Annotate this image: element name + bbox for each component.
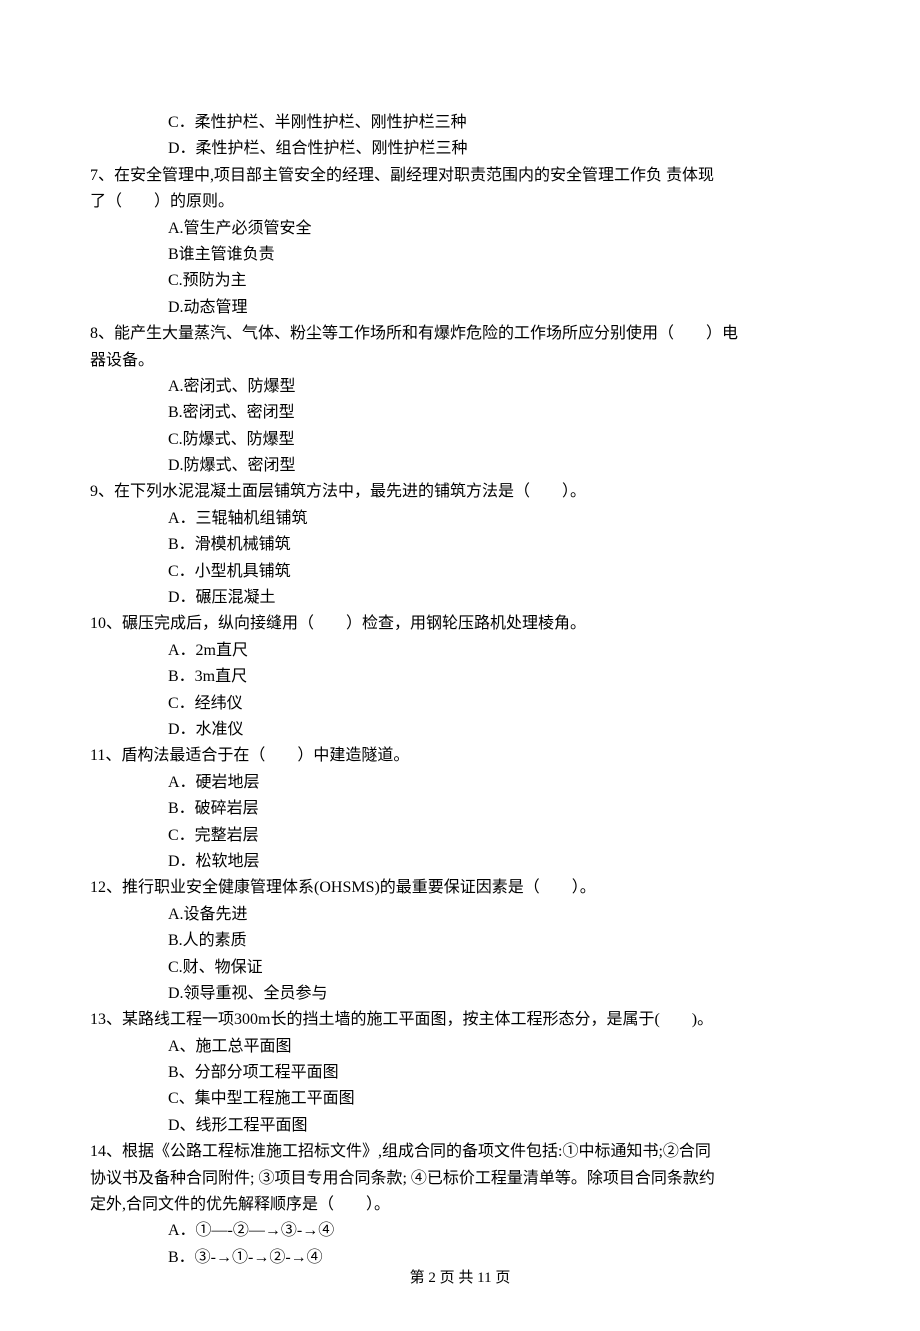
option-d: D.动态管理 xyxy=(90,295,830,321)
option-c: C．完整岩层 xyxy=(90,823,830,849)
option-a: A．2m直尺 xyxy=(90,638,830,664)
option-b: B谁主管谁负责 xyxy=(90,242,830,268)
question-9: 9、在下列水泥混凝土面层铺筑方法中，最先进的铺筑方法是（ ）。 A．三辊轴机组铺… xyxy=(90,479,830,611)
option-c: C.预防为主 xyxy=(90,268,830,294)
question-7: 7、在安全管理中,项目部主管安全的经理、副经理对职责范围内的安全管理工作负 责体… xyxy=(90,163,830,321)
option-a: A.密闭式、防爆型 xyxy=(90,374,830,400)
question-cont: 协议书及备种合同附件; ③项目专用合同条款; ④已标价工程量清单等。除项目合同条… xyxy=(90,1166,830,1192)
question-cont: 了（ ）的原则。 xyxy=(90,189,830,215)
option-d: D.防爆式、密闭型 xyxy=(90,453,830,479)
option-b: B、分部分项工程平面图 xyxy=(90,1060,830,1086)
question-10: 10、碾压完成后，纵向接缝用（ ）检查，用钢轮压路机处理棱角。 A．2m直尺 B… xyxy=(90,611,830,743)
option-d: D、线形工程平面图 xyxy=(90,1113,830,1139)
question-cont: 器设备。 xyxy=(90,348,830,374)
option-b: B．滑模机械铺筑 xyxy=(90,532,830,558)
option-d: D．松软地层 xyxy=(90,849,830,875)
option-c: C．小型机具铺筑 xyxy=(90,559,830,585)
orphan-options: C．柔性护栏、半刚性护栏、刚性护栏三种 D．柔性护栏、组合性护栏、刚性护栏三种 xyxy=(90,110,830,163)
option-c: C．柔性护栏、半刚性护栏、刚性护栏三种 xyxy=(90,110,830,136)
option-c: C．经纬仪 xyxy=(90,691,830,717)
question-cont2: 定外,合同文件的优先解释顺序是（ ）。 xyxy=(90,1192,830,1218)
question-text: 7、在安全管理中,项目部主管安全的经理、副经理对职责范围内的安全管理工作负 责体… xyxy=(90,163,830,189)
question-14: 14、根据《公路工程标准施工招标文件》,组成合同的备项文件包括:①中标通知书;②… xyxy=(90,1139,830,1271)
question-text: 13、某路线工程一项300m长的挡土墙的施工平面图，按主体工程形态分，是属于( … xyxy=(90,1007,830,1033)
option-d: D．碾压混凝土 xyxy=(90,585,830,611)
option-a: A、施工总平面图 xyxy=(90,1034,830,1060)
option-a: A．硬岩地层 xyxy=(90,770,830,796)
option-d: D.领导重视、全员参与 xyxy=(90,981,830,1007)
option-b: B.人的素质 xyxy=(90,928,830,954)
option-b: B．破碎岩层 xyxy=(90,796,830,822)
option-c: C.财、物保证 xyxy=(90,955,830,981)
option-d: D．柔性护栏、组合性护栏、刚性护栏三种 xyxy=(90,136,830,162)
question-text: 14、根据《公路工程标准施工招标文件》,组成合同的备项文件包括:①中标通知书;②… xyxy=(90,1139,830,1165)
option-c: C、集中型工程施工平面图 xyxy=(90,1086,830,1112)
option-b: B.密闭式、密闭型 xyxy=(90,400,830,426)
question-11: 11、盾构法最适合于在（ ）中建造隧道。 A．硬岩地层 B．破碎岩层 C．完整岩… xyxy=(90,743,830,875)
page: C．柔性护栏、半刚性护栏、刚性护栏三种 D．柔性护栏、组合性护栏、刚性护栏三种 … xyxy=(0,0,920,1331)
question-text: 11、盾构法最适合于在（ ）中建造隧道。 xyxy=(90,743,830,769)
option-c: C.防爆式、防爆型 xyxy=(90,427,830,453)
option-a: A．三辊轴机组铺筑 xyxy=(90,506,830,532)
question-text: 9、在下列水泥混凝土面层铺筑方法中，最先进的铺筑方法是（ ）。 xyxy=(90,479,830,505)
option-a: A.设备先进 xyxy=(90,902,830,928)
option-a: A.管生产必须管安全 xyxy=(90,216,830,242)
question-text: 12、推行职业安全健康管理体系(OHSMS)的最重要保证因素是（ ）。 xyxy=(90,875,830,901)
question-8: 8、能产生大量蒸汽、气体、粉尘等工作场所和有爆炸危险的工作场所应分别使用（ ）电… xyxy=(90,321,830,479)
option-b: B．3m直尺 xyxy=(90,664,830,690)
option-a: A．①—-②—→③-→④ xyxy=(90,1218,830,1244)
question-12: 12、推行职业安全健康管理体系(OHSMS)的最重要保证因素是（ ）。 A.设备… xyxy=(90,875,830,1007)
option-d: D．水准仪 xyxy=(90,717,830,743)
question-text: 8、能产生大量蒸汽、气体、粉尘等工作场所和有爆炸危险的工作场所应分别使用（ ）电 xyxy=(90,321,830,347)
question-text: 10、碾压完成后，纵向接缝用（ ）检查，用钢轮压路机处理棱角。 xyxy=(90,611,830,637)
question-13: 13、某路线工程一项300m长的挡土墙的施工平面图，按主体工程形态分，是属于( … xyxy=(90,1007,830,1139)
page-footer: 第 2 页 共 11 页 xyxy=(0,1266,920,1291)
